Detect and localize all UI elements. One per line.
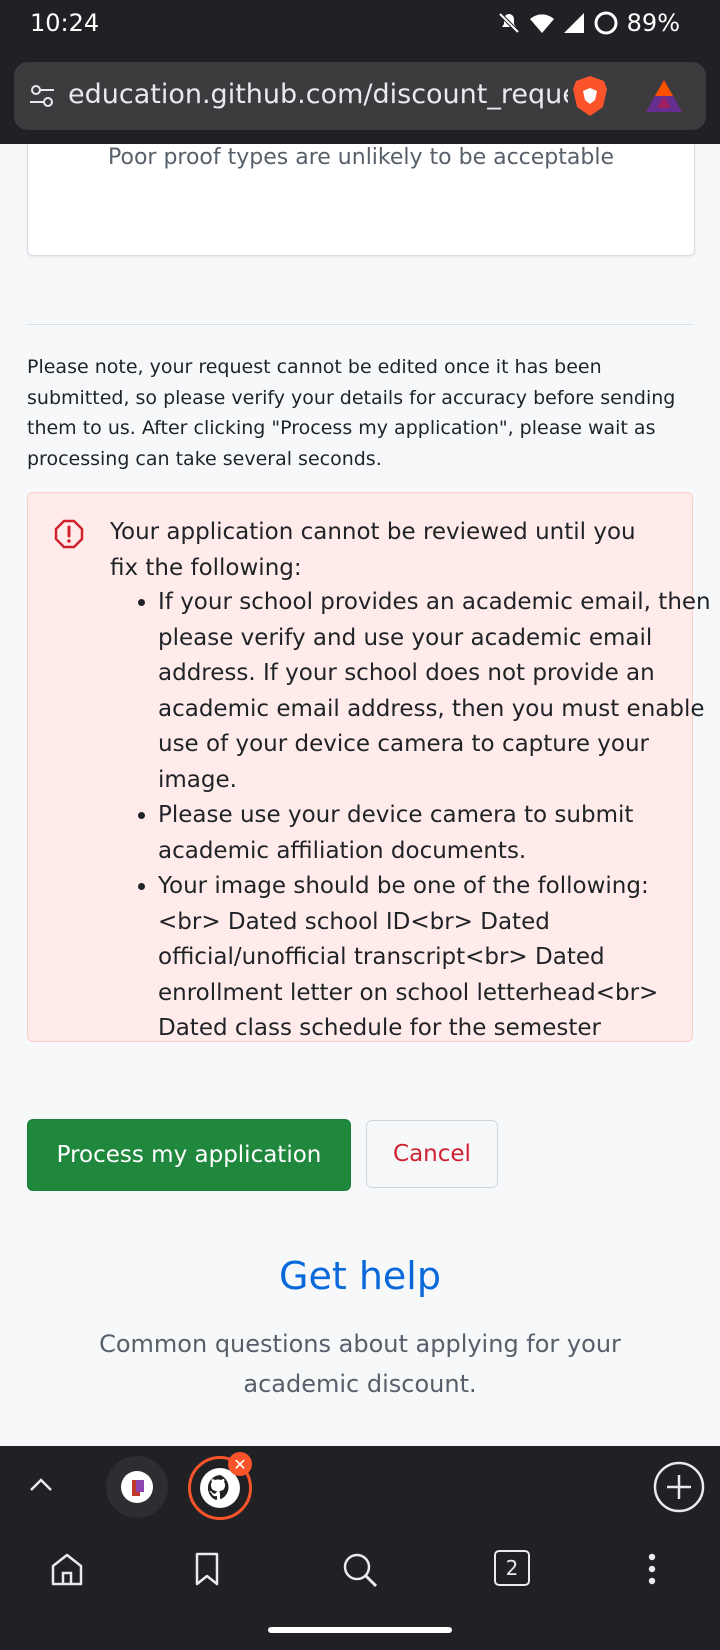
bottom-navigation: 2 [0,1526,720,1650]
error-item: Please use your device camera to submit … [158,798,718,869]
chevron-up-icon[interactable] [26,1470,56,1500]
address-bar[interactable]: education.github.com/discount_reques [14,62,706,130]
cancel-button[interactable]: Cancel [366,1120,498,1188]
browser-toolbar: education.github.com/discount_reques [0,48,720,144]
site-favicon-icon [121,1471,153,1503]
divider [27,324,693,325]
tab-thumbnail[interactable] [106,1456,168,1518]
alert-icon [54,519,84,549]
brave-shield-icon[interactable] [570,74,610,118]
proof-card: Poor proof types are unlikely to be acce… [27,144,695,256]
tab-strip: ✕ [0,1446,720,1526]
more-icon[interactable] [638,1550,666,1588]
error-item: Your image should be one of the followin… [158,869,718,1047]
process-application-button[interactable]: Process my application [27,1119,351,1191]
battery-icon [594,11,618,35]
tune-icon[interactable] [28,82,56,110]
gesture-bar [268,1627,452,1633]
proof-prefix: Poor [108,145,157,170]
bat-rewards-icon[interactable] [644,78,684,114]
error-list: If your school provides an academic emai… [132,585,718,1047]
status-time: 10:24 [30,9,100,37]
status-bar: 10:24 89% [0,0,720,48]
page-content: Poor proof types are unlikely to be acce… [0,144,720,1446]
plus-icon[interactable] [652,1460,706,1514]
submission-note: Please note, your request cannot be edit… [27,356,676,470]
help-subtitle: Common questions about applying for your… [99,1330,621,1398]
signal-icon [563,13,584,33]
tabs-icon[interactable]: 2 [494,1550,530,1586]
home-icon[interactable] [48,1550,86,1588]
status-icons: 89% [497,9,680,37]
bookmark-icon[interactable] [188,1550,226,1588]
proof-note: Poor proof types are unlikely to be acce… [28,145,694,170]
mute-icon [498,12,520,34]
search-icon[interactable] [340,1550,380,1590]
battery-level: 89% [626,9,680,37]
proof-rest: proof types are unlikely to be acceptabl… [156,145,614,170]
wifi-icon [529,14,554,33]
tab-count: 2 [505,1556,519,1580]
error-title: Your application cannot be reviewed unti… [110,519,636,581]
get-help-link[interactable]: Get help [0,1254,720,1298]
url-text[interactable]: education.github.com/discount_reques [68,79,568,110]
error-item: If your school provides an academic emai… [158,585,718,798]
close-tab-icon[interactable]: ✕ [228,1452,252,1476]
error-flash: Your application cannot be reviewed unti… [27,492,711,1042]
